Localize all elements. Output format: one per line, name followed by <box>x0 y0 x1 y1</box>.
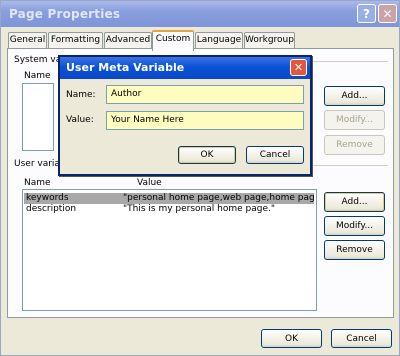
ok-button[interactable]: OK <box>261 329 322 348</box>
user-meta-variable-dialog: User Meta Variable ✕ Name: Author Value:… <box>58 55 312 176</box>
page-properties-window: Page Properties ? ✕ General Formatting A… <box>0 0 400 356</box>
system-modify-button[interactable]: Modify... <box>324 110 385 130</box>
close-icon[interactable]: ✕ <box>378 4 397 23</box>
row-name: keywords <box>26 193 69 203</box>
tab-custom[interactable]: Custom <box>152 30 194 51</box>
row-value: "This is my personal home page." <box>123 204 275 214</box>
user-vars-name-header[interactable]: Name <box>24 178 51 188</box>
tab-language[interactable]: Language <box>195 32 243 49</box>
tab-advanced[interactable]: Advanced <box>104 32 152 49</box>
system-vars-name-header[interactable]: Name <box>24 71 51 81</box>
user-vars-list[interactable]: keywords "personal home page,web page,ho… <box>22 189 317 311</box>
system-remove-button[interactable]: Remove <box>324 135 385 155</box>
title-bar[interactable]: Page Properties ? ✕ <box>1 1 399 27</box>
window-title: Page Properties <box>9 7 121 21</box>
user-remove-button[interactable]: Remove <box>324 240 385 260</box>
dialog-title-bar[interactable]: User Meta Variable ✕ <box>60 57 310 79</box>
row-value: "personal home page,web page,home page,h… <box>123 193 314 203</box>
value-field[interactable]: Your Name Here <box>106 111 304 130</box>
tab-workgroup[interactable]: Workgroup <box>244 32 295 49</box>
table-row[interactable]: description "This is my personal home pa… <box>24 204 314 215</box>
dialog-close-icon[interactable]: ✕ <box>290 59 307 76</box>
dialog-ok-button[interactable]: OK <box>178 146 236 164</box>
name-field[interactable]: Author <box>106 85 304 104</box>
dialog-cancel-button[interactable]: Cancel <box>246 146 304 164</box>
value-label: Value: <box>66 115 94 125</box>
table-row[interactable]: keywords "personal home page,web page,ho… <box>24 193 314 204</box>
row-name: description <box>26 204 77 214</box>
user-add-button[interactable]: Add... <box>324 192 385 212</box>
name-label: Name: <box>66 90 96 100</box>
tab-general[interactable]: General <box>8 32 47 49</box>
user-vars-value-header[interactable]: Value <box>137 178 162 188</box>
user-modify-button[interactable]: Modify... <box>324 216 385 236</box>
cancel-button[interactable]: Cancel <box>331 329 392 348</box>
tab-formatting[interactable]: Formatting <box>48 32 103 49</box>
help-icon[interactable]: ? <box>357 4 376 23</box>
system-add-button[interactable]: Add... <box>324 86 385 106</box>
dialog-title: User Meta Variable <box>66 61 185 74</box>
system-vars-list[interactable] <box>22 83 54 151</box>
